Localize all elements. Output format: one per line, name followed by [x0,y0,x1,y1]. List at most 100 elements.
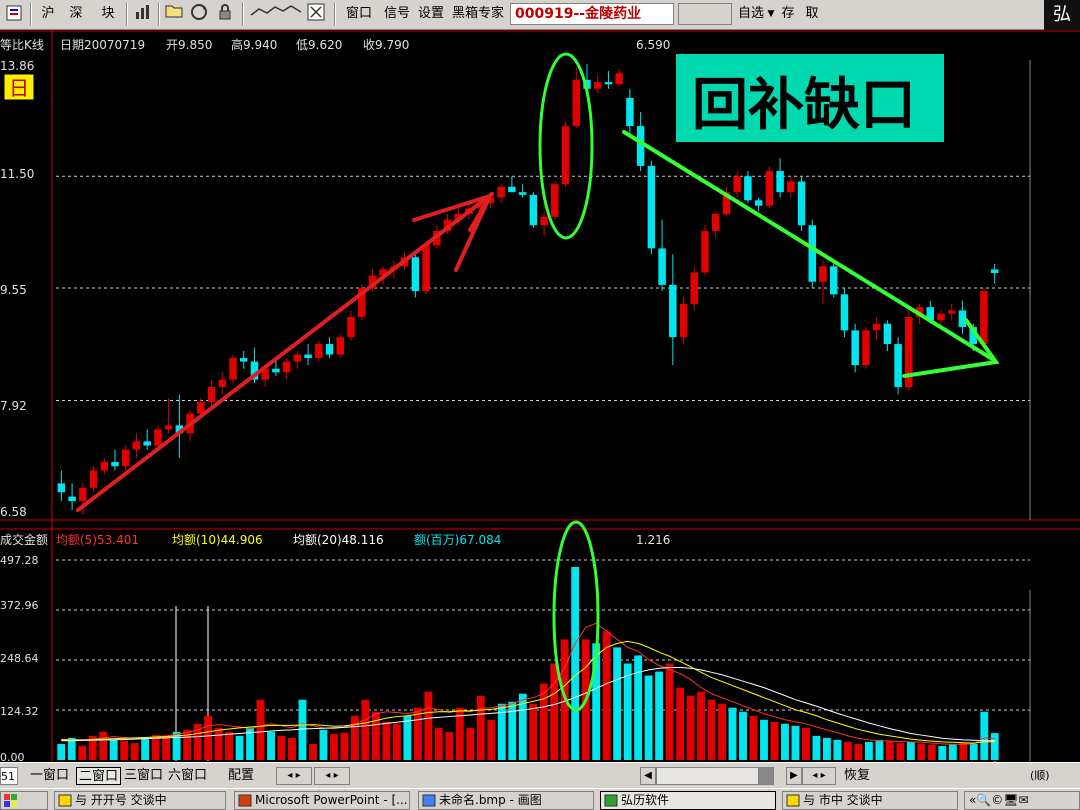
tab-three-window[interactable]: 三窗口 [124,767,163,785]
scroll-right-icon[interactable]: ▶ [786,767,802,785]
black-box-expert-menu[interactable]: 黑箱专家 [450,3,506,25]
candle-body [121,449,130,467]
taskbar-item-label: 与 开开号 交谈中 [75,793,167,807]
volume-bar [728,707,737,760]
candle-body [164,425,173,430]
refresh-icon[interactable] [188,3,210,25]
tab-one-window[interactable]: 一窗口 [30,767,69,785]
volume-bar [78,745,87,760]
watchlist-menu[interactable]: 自选 [736,3,766,25]
candle-body [711,214,720,231]
window-menu[interactable]: 窗口 [344,3,374,25]
taskbar-item-active[interactable]: 弘历软件 [600,791,776,810]
close-label: 收9.790 [363,38,409,52]
indicator-icon[interactable] [248,3,304,25]
volume-bar [434,727,443,760]
shenzhen-button[interactable]: 深 [64,3,88,25]
candle-body [615,73,623,85]
windows-taskbar: 与 开开号 交谈中 Microsoft PowerPoint - [... 未命… [0,788,1080,810]
price-tick: 13.86 [0,59,34,73]
right-text: (顺) [1030,769,1050,782]
red-trend-arrow [76,192,495,512]
taskbar-item[interactable]: 与 市中 交谈中 [782,791,958,810]
volume-bar [802,727,810,760]
start-button[interactable] [0,791,48,810]
annotation-label: 回补缺口 [692,73,916,138]
app-icon[interactable] [4,3,26,25]
zoom-arrows[interactable]: ◂ ▸ [802,767,836,785]
volume-bar [508,701,517,760]
volume-bar [644,675,653,760]
candle-body [272,368,280,373]
volume-bar [602,631,611,760]
volume-bar [371,711,380,760]
volume-bar [571,566,580,760]
input-box[interactable] [678,3,732,25]
candle-body [679,303,688,338]
signal-menu[interactable]: 信号 [382,3,412,25]
candle-body [872,323,881,331]
volume-bar [697,691,705,760]
volume-bar [833,739,842,760]
volume-bar [130,743,139,760]
load-button[interactable]: 取 [802,3,822,25]
corner-title: 弘 [1044,0,1080,30]
window-tabs-bar: 51 一窗口 二窗口 三窗口 六窗口 配置 ◂ ▸ ◂ ▸ ◀ ▶ ◂ ▸ 恢复… [0,762,1080,788]
volume-bar [476,695,485,760]
high-label: 高9.940 [231,37,277,52]
candle-body [111,462,119,467]
scroll-left-icon[interactable]: ◀ [640,767,656,785]
volume-bar [760,719,768,760]
taskbar-item-label: 与 市中 交谈中 [803,793,883,807]
config-button[interactable]: 配置 [228,767,254,785]
scroll-right-arrows[interactable]: ◂ ▸ [314,767,350,785]
volume-bar-series [57,566,999,760]
tab-six-window[interactable]: 六窗口 [168,767,207,785]
volume-bar [676,687,685,760]
taskbar-item[interactable]: 未命名.bmp - 画图 [418,791,594,810]
volume-bar [823,737,831,760]
restore-button[interactable]: 恢复 [844,767,870,785]
candle-body [604,82,613,85]
candle-body [733,176,741,193]
volume-bar [665,663,674,760]
candle-body [765,171,774,206]
volume-bar [739,711,747,760]
open-label: 开9.850 [166,38,212,52]
volume-bar [256,699,265,760]
tab-two-window[interactable]: 二窗口 [76,767,122,785]
volume-tick: 497.28 [0,554,39,567]
save-button[interactable]: 存 [778,3,798,25]
candle-body [980,291,988,345]
settings-menu[interactable]: 设置 [416,3,446,25]
taskbar-item[interactable]: 与 开开号 交谈中 [54,791,226,810]
candle-body [207,387,216,403]
volume-bar [781,723,789,760]
volume-tick: 248.64 [0,652,39,665]
scroll-thumb[interactable] [758,767,774,785]
volume-bar [843,741,852,760]
volume-title: 成交金额 [0,532,48,547]
bar-chart-icon[interactable] [132,3,154,25]
volume-bar [791,725,800,760]
shanghai-button[interactable]: 沪 [36,3,60,25]
low-label: 低9.620 [296,38,342,52]
lock-icon[interactable] [214,3,236,25]
horizontal-scrollbar[interactable] [656,767,774,785]
volume-bar [854,743,863,760]
taskbar-item[interactable]: Microsoft PowerPoint - [... [234,791,410,810]
folder-icon[interactable] [164,3,184,25]
volume-bar [214,727,223,760]
chevron-down-icon[interactable]: ▼ [766,3,776,25]
volume-bar [424,691,433,760]
volume-bar [162,735,171,760]
scroll-left-arrows[interactable]: ◂ ▸ [276,767,312,785]
taskbar-item-label: 弘历软件 [621,793,670,807]
chart-type-label: 等比K线 [0,38,44,52]
candle-body [819,266,827,282]
candle-body [508,186,516,193]
volume-ma20-label: 均额(20)48.116 [293,533,384,547]
stock-code-field[interactable]: 000919--金陵药业 [510,3,674,25]
sector-button[interactable]: 块 [96,3,120,25]
close-icon[interactable] [306,3,326,25]
